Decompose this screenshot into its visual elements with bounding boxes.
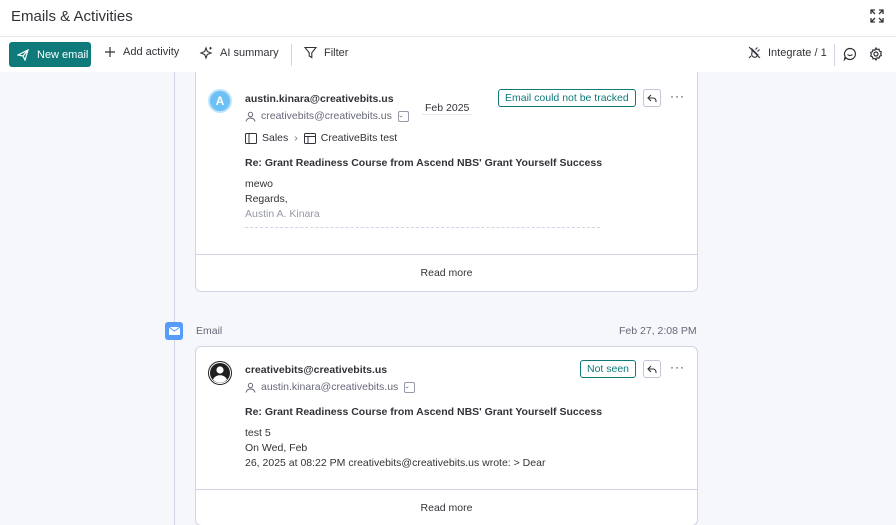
timeline-label: Email <box>196 325 223 337</box>
timeline-line <box>174 72 175 525</box>
email-subject: Re: Grant Readiness Course from Ascend N… <box>245 406 603 418</box>
email-date: Feb 2025 <box>422 102 473 115</box>
seen-status-badge: Not seen <box>580 360 637 378</box>
settings-gear-icon[interactable] <box>869 47 883 61</box>
email-card: creativebits@creativebits.us austin.kina… <box>195 346 698 525</box>
read-more-button[interactable]: Read more <box>196 489 697 525</box>
toolbar-divider <box>834 44 835 66</box>
email-card: A austin.kinara@creativebits.us creative… <box>195 72 698 292</box>
email-from: austin.kinara@creativebits.us <box>245 93 394 105</box>
integrate-button[interactable]: Integrate / 1 <box>748 46 827 59</box>
filter-icon <box>304 46 317 59</box>
email-body-line: Regards, <box>245 193 288 205</box>
filter-label: Filter <box>324 46 349 59</box>
more-options-icon[interactable]: ··· <box>670 360 685 374</box>
filter-button[interactable]: Filter <box>304 46 348 59</box>
email-to-address: creativebits@creativebits.us <box>261 110 392 122</box>
breadcrumb-board[interactable]: Sales <box>245 132 288 144</box>
email-body-line: On Wed, Feb <box>245 442 308 454</box>
email-body-line: test 5 <box>245 427 271 439</box>
plug-icon <box>748 46 761 59</box>
email-timeline-icon <box>165 322 183 340</box>
avatar <box>208 361 232 385</box>
recipients-toggle[interactable] <box>404 381 416 393</box>
breadcrumb: Sales › CreativeBits test <box>245 132 397 144</box>
email-body-line: Austin A. Kinara <box>245 208 320 220</box>
sparkle-icon <box>199 46 213 60</box>
ai-summary-button[interactable]: AI summary <box>199 46 279 60</box>
chevron-down-icon <box>405 385 409 388</box>
toolbar-divider <box>291 44 292 66</box>
timeline-date: Feb 27, 2:08 PM <box>619 325 697 337</box>
add-activity-button[interactable]: Add activity <box>104 46 179 58</box>
recipients-toggle[interactable] <box>397 110 409 122</box>
more-options-icon[interactable]: ··· <box>670 89 685 103</box>
breadcrumb-label: CreativeBits test <box>320 132 398 144</box>
chat-icon[interactable] <box>843 47 857 61</box>
ai-summary-label: AI summary <box>220 47 279 59</box>
item-icon <box>303 132 316 144</box>
breadcrumb-label: Sales <box>262 132 289 144</box>
reply-icon <box>647 365 657 373</box>
new-email-label: New email <box>37 48 89 61</box>
add-activity-label: Add activity <box>123 46 180 58</box>
breadcrumb-item[interactable]: CreativeBits test <box>303 132 398 144</box>
signature-divider <box>245 227 600 228</box>
reply-button[interactable] <box>643 360 661 378</box>
send-icon <box>17 48 29 61</box>
email-body-line: 26, 2025 at 08:22 PM creativebits@creati… <box>245 457 546 469</box>
new-email-button[interactable]: New email <box>9 42 91 67</box>
page-title: Emails & Activities <box>11 8 133 25</box>
email-to: austin.kinara@creativebits.us <box>245 381 416 393</box>
email-subject: Re: Grant Readiness Course from Ascend N… <box>245 157 603 169</box>
integrate-label: Integrate / 1 <box>768 46 827 59</box>
person-icon <box>245 111 256 122</box>
read-more-button[interactable]: Read more <box>196 254 697 290</box>
reply-icon <box>647 94 657 102</box>
panel-header: Emails & Activities <box>0 0 896 36</box>
envelope-icon <box>168 327 180 335</box>
person-icon <box>245 382 256 393</box>
avatar: A <box>208 89 232 113</box>
chevron-down-icon <box>399 114 403 117</box>
board-icon <box>245 132 257 144</box>
email-body-line: mewo <box>245 178 274 190</box>
plus-icon <box>105 47 115 57</box>
toolbar: New email Add activity AI summary Filter… <box>0 36 896 72</box>
email-to: creativebits@creativebits.us <box>245 110 409 122</box>
email-from: creativebits@creativebits.us <box>245 364 388 376</box>
expand-icon[interactable] <box>870 9 884 23</box>
email-to-address: austin.kinara@creativebits.us <box>261 381 399 393</box>
breadcrumb-separator: › <box>294 132 298 144</box>
reply-button[interactable] <box>643 89 661 107</box>
tracking-status-badge: Email could not be tracked <box>498 89 636 107</box>
